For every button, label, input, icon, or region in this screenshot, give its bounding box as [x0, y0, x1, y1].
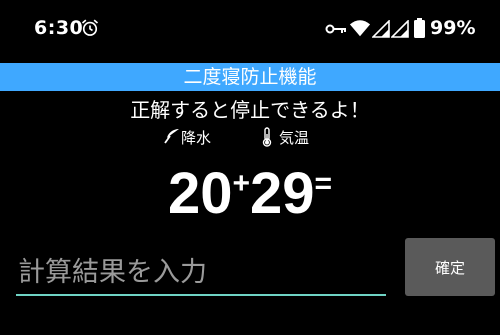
precipitation-label: 降水 [181, 129, 212, 147]
math-problem: 20+29= [0, 163, 500, 233]
operator: + [232, 167, 250, 200]
status-bar: 6:30 99% [0, 0, 500, 60]
operand-a: 20 [167, 161, 233, 226]
temperature-label: 気温 [279, 129, 310, 147]
status-time: 6:30 [34, 17, 84, 39]
battery-percentage: 99% [430, 17, 476, 39]
answer-field-container [16, 250, 386, 296]
cell-signal-icon [372, 20, 390, 38]
answer-input[interactable] [16, 250, 386, 294]
operand-b: 29 [250, 161, 315, 226]
page-title: 二度寝防止機能 [0, 63, 500, 91]
battery-icon [414, 18, 425, 38]
confirm-button[interactable]: 確定 [405, 238, 495, 296]
cell-signal-icon [391, 20, 409, 38]
wifi-icon [349, 20, 371, 37]
umbrella-icon [164, 129, 179, 144]
thermometer-icon [262, 127, 272, 147]
alarm-icon [81, 19, 99, 36]
equals-sign: = [314, 167, 333, 200]
instruction-text: 正解すると停止できるよ！ [130, 98, 370, 122]
key-icon [325, 24, 346, 34]
